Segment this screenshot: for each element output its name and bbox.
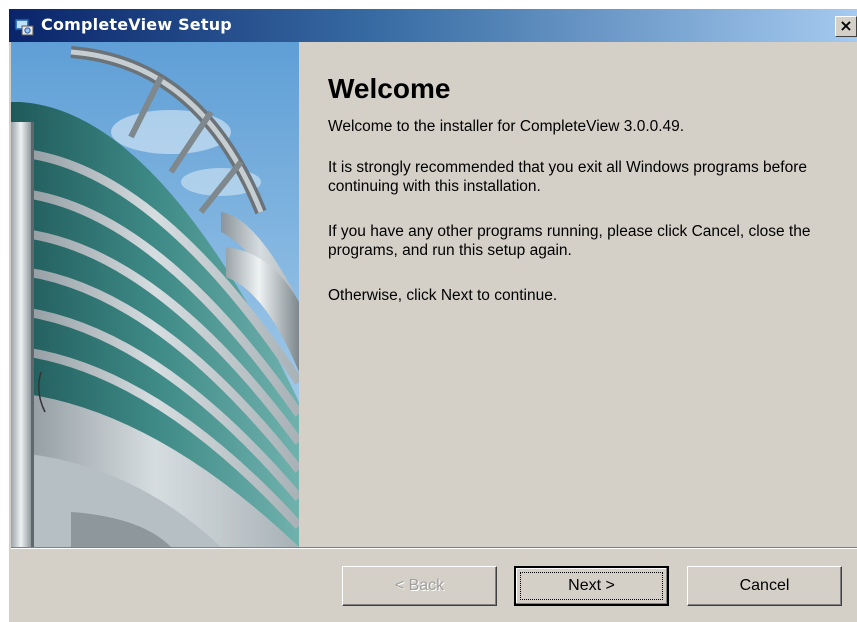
- installer-banner-image: [11, 42, 299, 547]
- close-icon: ×: [839, 16, 853, 35]
- welcome-panel: Welcome Welcome to the installer for Com…: [299, 42, 857, 547]
- next-button[interactable]: Next >: [514, 566, 669, 606]
- cancel-button[interactable]: Cancel: [687, 566, 842, 606]
- intro-text: Welcome to the installer for CompleteVie…: [328, 118, 685, 135]
- button-area-divider-highlight: [11, 548, 857, 549]
- recommendation-text: It is strongly recommended that you exit…: [328, 159, 807, 195]
- close-button[interactable]: ×: [835, 16, 857, 37]
- back-button[interactable]: < Back: [342, 566, 497, 606]
- title-bar[interactable]: CompleteView Setup ×: [9, 9, 857, 42]
- page-title: Welcome: [328, 73, 451, 104]
- continue-instruction-text: Otherwise, click Next to continue.: [328, 287, 558, 304]
- setup-window: CompleteView Setup × Welcome Welcome to …: [8, 8, 857, 622]
- next-button-label: Next >: [568, 577, 615, 594]
- window-title: CompleteView Setup: [41, 15, 232, 34]
- setup-installer-icon: [13, 15, 35, 37]
- cancel-button-label: Cancel: [739, 577, 790, 594]
- cancel-instruction-text: If you have any other programs running, …: [328, 223, 811, 259]
- back-button-label: < Back: [394, 577, 445, 594]
